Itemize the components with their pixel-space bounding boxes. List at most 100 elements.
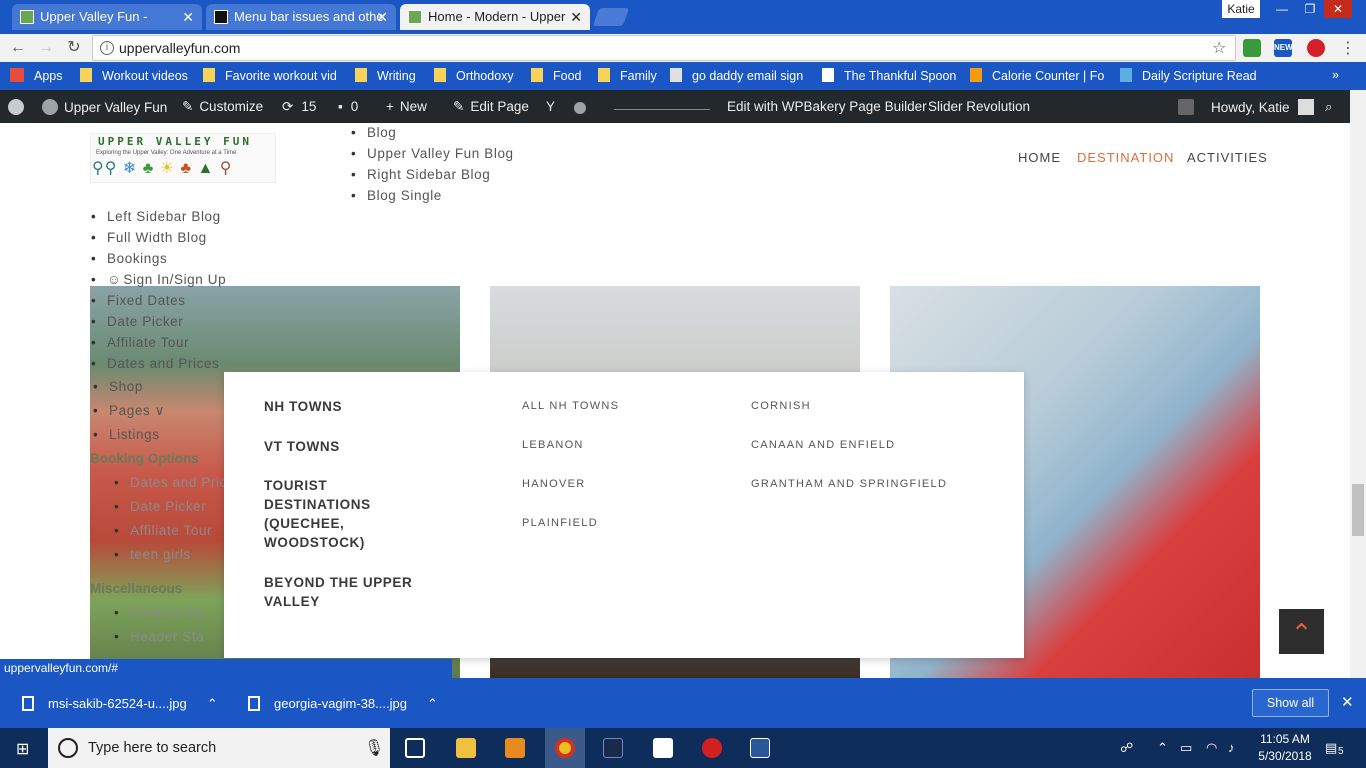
yoast-icon[interactable]: Y (546, 99, 555, 114)
menu-item-all-nh-towns[interactable]: ALL NH TOWNS (522, 400, 619, 412)
bookmark-item[interactable]: Orthodoxy (434, 68, 514, 83)
list-item[interactable]: Header Sta (114, 629, 204, 644)
profile-button[interactable]: Katie (1222, 0, 1260, 18)
howdy-account-link[interactable]: Howdy, Katie (1211, 99, 1314, 115)
nav-destination[interactable]: DESTINATION (1077, 150, 1174, 165)
list-item[interactable]: Affiliate Tour (91, 335, 189, 350)
menu-item-cornish[interactable]: CORNISH (751, 400, 811, 412)
menu-item-plainfield[interactable]: PLAINFIELD (522, 517, 598, 529)
people-icon[interactable]: ☍ (1120, 740, 1133, 756)
menu-kebab-icon[interactable]: ⋮ (1340, 38, 1356, 58)
menu-item-vt-towns[interactable]: VT TOWNS (264, 437, 340, 456)
minimize-icon[interactable]: — (1268, 0, 1296, 18)
bookmark-item[interactable]: Food (531, 68, 582, 83)
close-tab-icon[interactable]: ✕ (182, 4, 194, 30)
wordpress-logo-icon[interactable] (8, 99, 30, 115)
list-item[interactable]: Date Picker (114, 499, 206, 514)
notifications-icon[interactable] (1178, 99, 1200, 115)
list-item[interactable]: Fixed Dates (91, 293, 186, 308)
slider-revolution-link[interactable]: Slider Revolution (928, 99, 1030, 114)
clock-date[interactable]: 5/30/2018 (1255, 749, 1315, 763)
browser-tab-1[interactable]: Upper Valley Fun - ✕ (12, 4, 202, 30)
list-item[interactable]: Date Picker (91, 314, 183, 329)
bookmark-item[interactable]: The Thankful Spoon (822, 68, 956, 83)
new-content-link[interactable]: + New (386, 99, 427, 114)
back-arrow-icon[interactable]: ← (8, 38, 28, 58)
comments-link[interactable]: ▪ 0 (338, 99, 358, 114)
battery-icon[interactable]: ▭ (1180, 740, 1192, 756)
wifi-icon[interactable]: ◠ (1206, 740, 1217, 756)
list-item[interactable]: Shop (93, 379, 143, 394)
reload-icon[interactable]: ↻ (64, 38, 84, 58)
bookmark-item[interactable]: Family (598, 68, 657, 83)
search-icon[interactable]: ⌕ (1325, 99, 1333, 115)
chevron-up-icon[interactable]: ⌃ (427, 696, 438, 711)
back-to-top-button[interactable]: ⌃ (1279, 609, 1324, 654)
menu-item-canaan-enfield[interactable]: CANAAN AND ENFIELD (751, 439, 895, 451)
list-item[interactable]: Upper Valley Fun Blog (351, 146, 514, 161)
task-view-icon[interactable] (405, 738, 425, 758)
notes-icon[interactable] (653, 738, 673, 758)
edit-page-link[interactable]: ✎ Edit Page (453, 99, 529, 115)
media-player-icon[interactable] (505, 738, 525, 758)
list-item[interactable]: Contact Us (114, 605, 203, 620)
bookmark-item[interactable]: Writing (355, 68, 416, 83)
list-item[interactable]: Right Sidebar Blog (351, 167, 490, 182)
chevron-up-icon[interactable]: ⌃ (207, 696, 218, 711)
close-tab-icon[interactable]: ✕ (570, 4, 582, 30)
windows-start-icon[interactable]: ⊞ (16, 739, 29, 759)
list-item[interactable]: Dates and Price (114, 475, 235, 490)
list-item[interactable]: Blog (351, 125, 396, 140)
page-scrollbar[interactable] (1350, 90, 1366, 678)
list-item[interactable]: Pages ∨ (93, 403, 165, 419)
app-icon[interactable] (603, 738, 623, 758)
customize-link[interactable]: ✎ Customize (182, 99, 263, 115)
bookmark-apps[interactable]: Apps (10, 68, 63, 83)
extension-leaf-icon[interactable] (1243, 39, 1261, 57)
nav-home[interactable]: HOME (1018, 150, 1061, 165)
security-app-icon[interactable] (702, 738, 722, 758)
close-tab-icon[interactable]: ✕ (376, 4, 388, 30)
file-explorer-icon[interactable] (456, 738, 476, 758)
close-shelf-icon[interactable]: ✕ (1341, 693, 1354, 711)
chrome-icon[interactable] (555, 738, 575, 758)
wpbakery-link[interactable]: Edit with WPBakery Page Builder (727, 99, 927, 114)
bookmark-item[interactable]: Favorite workout vid (203, 68, 337, 83)
list-item[interactable]: Affiliate Tour (114, 523, 212, 538)
list-item[interactable]: Left Sidebar Blog (91, 209, 221, 224)
show-all-button[interactable]: Show all (1252, 689, 1329, 717)
menu-item-nh-towns[interactable]: NH TOWNS (264, 397, 342, 416)
menu-item-hanover[interactable]: HANOVER (522, 478, 586, 490)
new-tab-button[interactable] (592, 8, 630, 26)
taskbar-search-input[interactable]: Type here to search (48, 728, 390, 768)
bookmark-item[interactable]: Calorie Counter | Fo (970, 68, 1104, 83)
bookmark-item[interactable]: go daddy email sign (670, 68, 803, 83)
browser-tab-2[interactable]: Menu bar issues and othe ✕ (206, 4, 396, 30)
list-item[interactable]: Dates and Prices (91, 356, 219, 371)
bookmark-star-icon[interactable]: ☆ (1212, 38, 1226, 58)
list-item[interactable]: teen girls (114, 547, 191, 562)
menu-item-tourist-destinations[interactable]: TOURIST DESTINATIONS (QUECHEE, WOODSTOCK… (264, 476, 394, 552)
more-bookmarks-icon[interactable]: » (1332, 68, 1339, 82)
notification-center-icon[interactable]: ▤ (1325, 740, 1337, 756)
window-close-icon[interactable]: ✕ (1324, 0, 1352, 18)
forward-arrow-icon[interactable]: → (36, 38, 56, 58)
word-icon[interactable] (750, 738, 770, 758)
clock-time[interactable]: 11:05 AM (1255, 732, 1315, 746)
volume-icon[interactable]: ♪ (1228, 740, 1235, 755)
list-item[interactable]: Full Width Blog (91, 230, 207, 245)
scrollbar-thumb[interactable] (1352, 484, 1364, 536)
menu-item-beyond-upper-valley[interactable]: BEYOND THE UPPER VALLEY (264, 573, 434, 611)
download-item[interactable]: georgia-vagim-38....jpg ⌃ (248, 696, 438, 712)
browser-tab-3[interactable]: Home - Modern - Upper ✕ (400, 4, 590, 30)
updates-link[interactable]: ⟳ 15 (282, 99, 316, 115)
restore-icon[interactable]: ❐ (1296, 0, 1324, 18)
bookmark-item[interactable]: Workout videos (80, 68, 188, 83)
address-bar[interactable]: uppervalleyfun.com (92, 35, 1236, 61)
download-item[interactable]: msi-sakib-62524-u....jpg ⌃ (22, 696, 218, 712)
list-item[interactable]: Blog Single (351, 188, 442, 203)
microphone-icon[interactable]: 🎙 (364, 738, 384, 758)
extension-new-icon[interactable]: NEW (1274, 39, 1293, 57)
list-item[interactable]: Bookings (91, 251, 167, 266)
menu-item-lebanon[interactable]: LEBANON (522, 439, 584, 451)
